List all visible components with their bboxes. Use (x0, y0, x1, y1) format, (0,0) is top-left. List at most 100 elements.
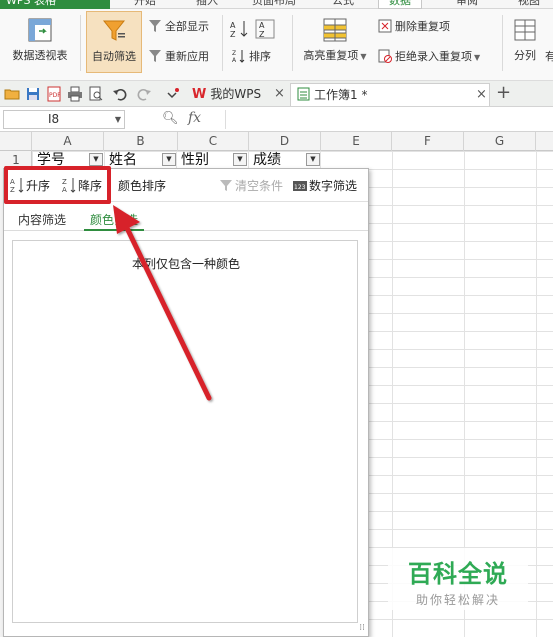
tab-workbook1[interactable]: 工作簿1 * × (290, 83, 490, 106)
sort-button[interactable]: Z A 排序 (232, 47, 271, 67)
menu-tab-strip: WPS 表格 开始 插入 页面布局 公式 数据 审阅 视图 (0, 0, 553, 9)
single-color-message: 本列仅包含一种颜色 (131, 257, 240, 271)
column-header-b[interactable]: B (104, 132, 178, 151)
highlight-duplicates-button[interactable]: 高亮重复项 ▼ (298, 11, 372, 73)
funnel-icon (101, 18, 127, 44)
tab-insert[interactable]: 插入 (196, 0, 218, 9)
tab-content-filter[interactable]: 内容筛选 (12, 210, 72, 231)
fx-icon[interactable]: fx (188, 110, 201, 126)
column-header-row: A B C D E F G (0, 132, 553, 151)
show-all-label: 全部显示 (165, 20, 209, 33)
color-sort-button[interactable]: 颜色排序 (118, 176, 166, 196)
dropdown-icon: ▼ (360, 52, 367, 61)
more-ribbon-label: 有 (545, 50, 553, 63)
cell-reference: I8 (48, 112, 60, 126)
column-header-c[interactable]: C (178, 132, 249, 151)
zoom-lookup-icon[interactable]: 🔍︎ (162, 111, 179, 126)
remove-duplicates-button[interactable]: 删除重复项 (378, 17, 450, 37)
watermark: 百科全说 助你轻松解决 (388, 548, 528, 610)
tab-workbook1-label: 工作簿1 * (314, 88, 368, 102)
svg-text:A: A (232, 57, 237, 63)
close-tab-icon[interactable]: × (476, 84, 487, 106)
tab-page-layout[interactable]: 页面布局 (252, 0, 296, 9)
filter-active-c-icon[interactable]: ▼ (233, 153, 247, 166)
filter-dropdown-panel: A Z 升序 Z A 降序 颜色排序 清空条件 123 数字筛选 内容筛选 颜色筛选 本列… (3, 168, 369, 637)
sort-asc-quick-button[interactable]: AZ (230, 19, 253, 39)
reject-duplicate-icon (378, 49, 392, 63)
cell-c1[interactable]: 性别 (181, 151, 209, 169)
cell-b1[interactable]: 姓名 (109, 151, 137, 169)
sort-za-icon: AZ (255, 19, 275, 39)
close-tab-icon[interactable]: × (274, 83, 285, 105)
name-box-dropdown-icon[interactable]: ▼ (115, 111, 121, 128)
svg-text:PDF: PDF (49, 92, 61, 99)
column-header-h[interactable] (536, 132, 553, 151)
column-header-e[interactable]: E (321, 132, 392, 151)
reject-duplicate-entry-button[interactable]: 拒绝录入重复项 ▼ (378, 47, 480, 67)
sort-za-quick-button[interactable]: AZ (255, 19, 278, 39)
tab-my-wps[interactable]: W 我的WPS × (186, 83, 286, 106)
column-header-f[interactable]: F (392, 132, 464, 151)
svg-text:Z: Z (230, 30, 236, 39)
tab-color-filter[interactable]: 颜色筛选 (84, 210, 145, 231)
pivot-table-label: 数据透视表 (12, 49, 68, 62)
tab-view[interactable]: 视图 (518, 0, 540, 9)
column-header-d[interactable]: D (249, 132, 321, 151)
filter-dropdown-d-icon[interactable]: ▼ (306, 153, 320, 166)
tab-my-wps-label: 我的WPS (210, 87, 262, 101)
export-pdf-icon[interactable]: PDF (46, 86, 62, 102)
undo-icon[interactable] (112, 86, 128, 102)
split-column-label: 分列 (514, 49, 536, 62)
watermark-subtitle: 助你轻松解决 (415, 593, 500, 607)
clear-condition-label: 清空条件 (235, 179, 284, 193)
clear-filter-icon (219, 177, 233, 193)
funnel-reapply-icon (148, 49, 162, 63)
filter-dropdown-b-icon[interactable]: ▼ (162, 153, 176, 166)
column-header-a[interactable]: A (32, 132, 104, 151)
remove-duplicates-icon (378, 19, 392, 33)
save-icon[interactable] (25, 86, 41, 102)
wps-spreadsheet-window: WPS 表格 开始 插入 页面布局 公式 数据 审阅 视图 数据透视表 自动筛选… (0, 0, 553, 637)
new-tab-button[interactable]: + (496, 83, 511, 106)
sort-icon: ZA (232, 49, 246, 64)
open-folder-icon[interactable] (4, 86, 20, 102)
formula-input[interactable] (225, 110, 550, 129)
print-preview-icon[interactable] (88, 86, 104, 102)
svg-text:A: A (259, 21, 265, 30)
spreadsheet-file-icon (297, 86, 310, 101)
show-all-button[interactable]: 全部显示 (148, 17, 209, 37)
remove-duplicates-label: 删除重复项 (395, 20, 450, 33)
split-column-button[interactable]: 分列 (508, 11, 542, 73)
ribbon-separator (80, 15, 81, 71)
svg-text:Z: Z (232, 50, 236, 57)
number-filter-button[interactable]: 123 数字筛选 (293, 176, 357, 196)
tab-review[interactable]: 审阅 (456, 0, 478, 9)
pivot-table-button[interactable]: 数据透视表 (6, 11, 74, 73)
funnel-show-all-icon (148, 19, 162, 33)
column-header-g[interactable]: G (464, 132, 536, 151)
reject-duplicate-entry-label: 拒绝录入重复项 (395, 50, 472, 63)
reapply-button[interactable]: 重新应用 (148, 47, 209, 67)
auto-filter-button[interactable]: 自动筛选 (86, 11, 142, 73)
highlight-duplicates-label: 高亮重复项 (303, 49, 359, 62)
redo-icon[interactable] (136, 86, 152, 102)
split-column-icon (512, 17, 538, 43)
tab-data[interactable]: 数据 (378, 0, 422, 9)
cell-d1[interactable]: 成绩 (253, 151, 281, 169)
app-menu-button[interactable]: WPS 表格 (0, 0, 110, 9)
tab-formulas[interactable]: 公式 (332, 0, 354, 9)
print-icon[interactable] (67, 86, 83, 102)
customize-toolbar-icon[interactable] (164, 86, 180, 102)
filter-tabs: 内容筛选 颜色筛选 (4, 207, 368, 231)
tab-home[interactable]: 开始 (134, 0, 156, 9)
data-ribbon: 数据透视表 自动筛选 全部显示 重新应用 AZ AZ Z A 排序 高亮重复项 … (0, 9, 553, 81)
resize-grip-icon[interactable]: ⁞⁞ (359, 623, 365, 633)
number-filter-icon: 123 (293, 177, 307, 193)
auto-filter-label: 自动筛选 (92, 50, 136, 63)
sort-label: 排序 (249, 50, 271, 63)
pivot-table-icon (27, 17, 53, 43)
select-all-corner[interactable] (0, 132, 32, 151)
filter-dropdown-a-icon[interactable]: ▼ (89, 153, 103, 166)
name-box[interactable]: I8 ▼ (3, 110, 125, 129)
clear-condition-button[interactable]: 清空条件 (219, 176, 283, 196)
